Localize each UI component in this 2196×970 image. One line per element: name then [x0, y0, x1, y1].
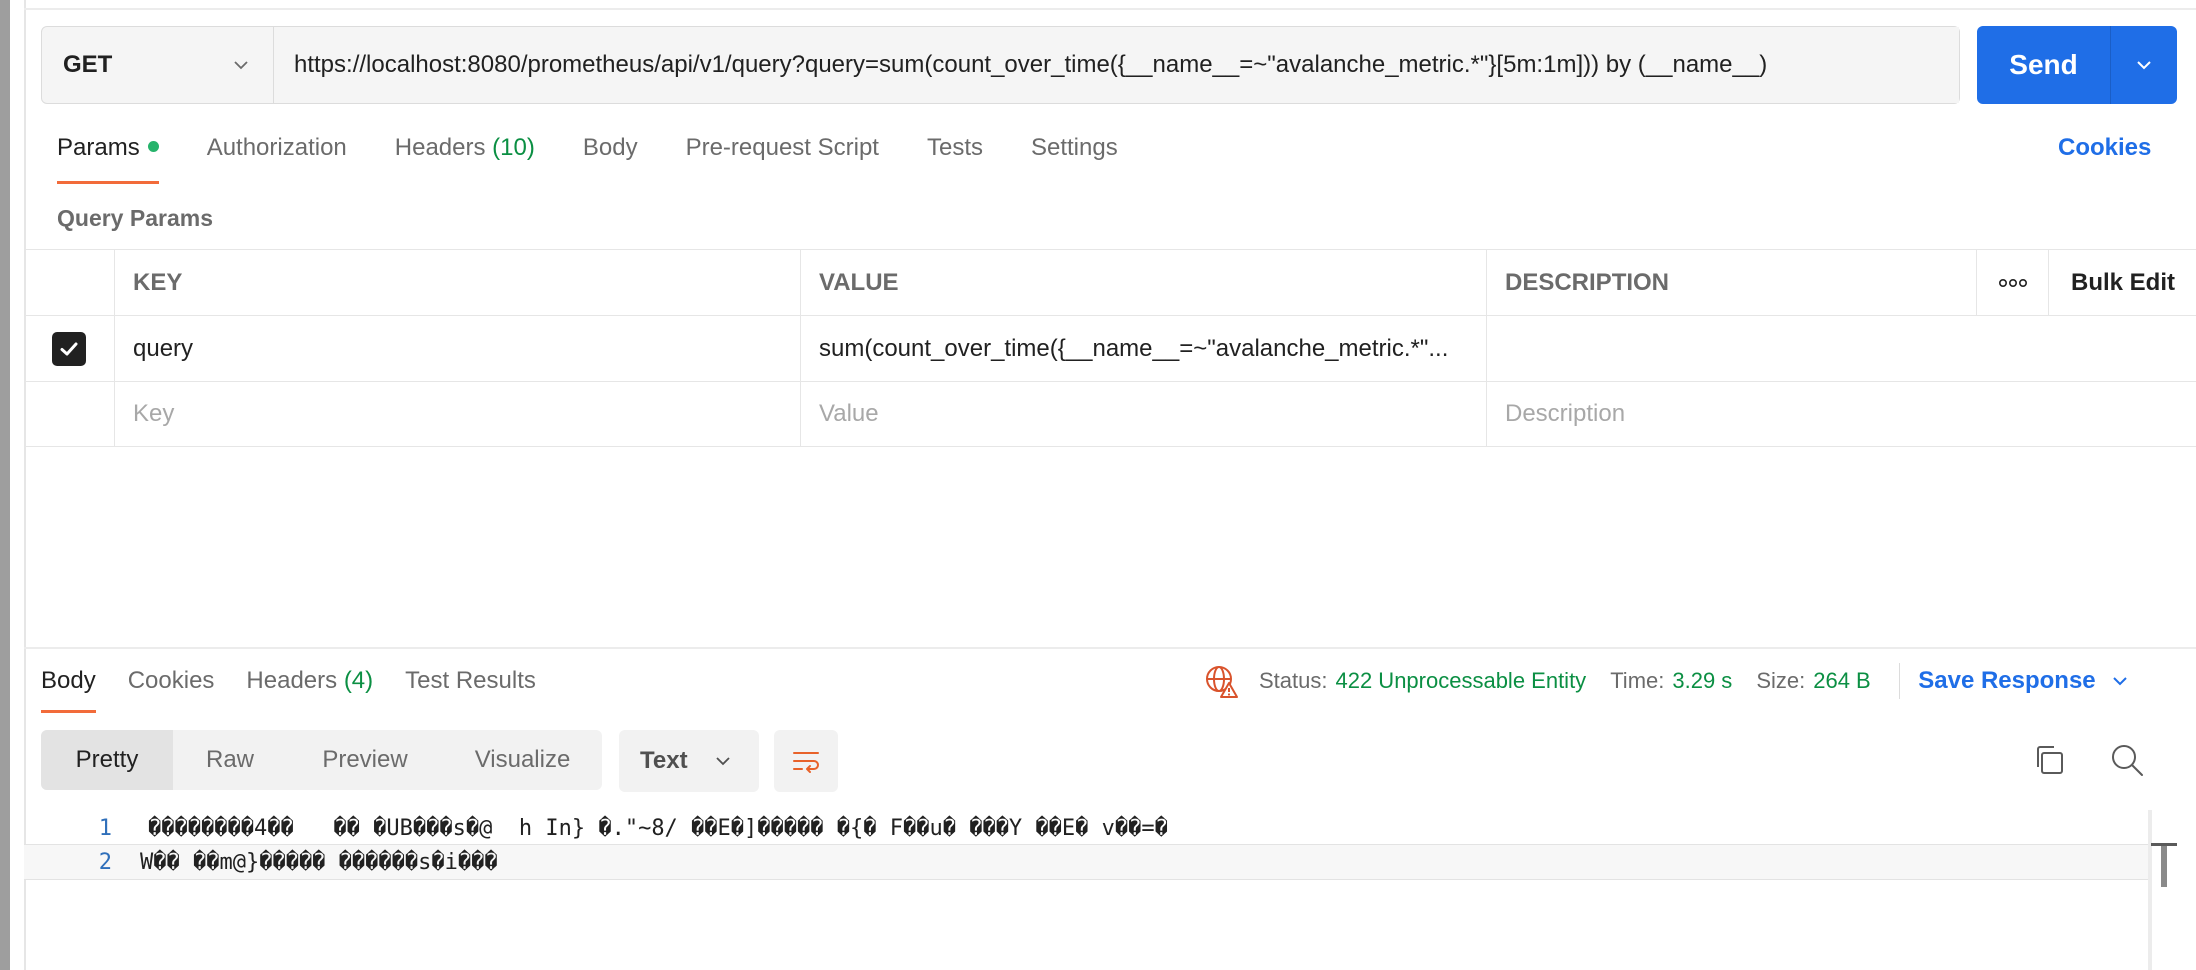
chevron-down-icon [234, 61, 248, 70]
wrap-lines-icon [793, 752, 819, 773]
query-params-title: Query Params [57, 205, 213, 231]
scrollbar-thumb[interactable] [2151, 843, 2177, 887]
line-number: 1 [98, 815, 112, 841]
table-row: query sum(count_over_time({__name__=~"av… [24, 315, 2196, 381]
tab-params[interactable]: Params [57, 134, 159, 184]
request-url-bar: GET https://localhost:8080/prometheus/ap… [41, 26, 1960, 104]
new-key-field[interactable]: Key [114, 382, 800, 446]
params-table: KEY VALUE DESCRIPTION Bulk Edit query su… [24, 249, 2196, 447]
url-input[interactable]: https://localhost:8080/prometheus/api/v1… [274, 27, 1959, 103]
language-select[interactable]: Text [619, 730, 759, 792]
code-line: 2 W�� ��m@}����� ������s�i��� [24, 844, 2148, 880]
format-pretty[interactable]: Pretty [41, 730, 173, 790]
chevron-down-icon [716, 757, 730, 766]
more-options-button[interactable] [1976, 250, 2048, 315]
new-value-field[interactable]: Value [800, 382, 1486, 446]
method-select[interactable]: GET [42, 27, 274, 103]
column-description: DESCRIPTION [1486, 250, 1976, 315]
tab-body[interactable]: Body [583, 134, 638, 184]
status-label: Status: [1259, 668, 1328, 693]
response-body-viewer[interactable]: 1 ��������4�� �� �UB���s�@ h In} �."~8/ … [24, 810, 2148, 970]
chevron-down-icon [2137, 61, 2151, 70]
column-value: VALUE [800, 250, 1486, 315]
more-horizontal-icon [1998, 278, 2027, 287]
chevron-down-icon[interactable] [2110, 671, 2130, 691]
save-response-button[interactable]: Save Response [1918, 667, 2095, 695]
tab-tests[interactable]: Tests [927, 134, 983, 184]
response-divider[interactable] [24, 647, 2196, 649]
tab-headers[interactable]: Headers (10) [395, 134, 535, 184]
tab-params-label: Params [57, 134, 140, 161]
time-label: Time: [1610, 668, 1665, 693]
row-check-cell [24, 316, 114, 381]
send-options-button[interactable] [2111, 26, 2177, 104]
response-headers-count: (4) [343, 667, 374, 694]
table-row-empty: Key Value Description [24, 381, 2196, 447]
format-visualize[interactable]: Visualize [443, 730, 602, 790]
tab-prerequest-script[interactable]: Pre-request Script [686, 134, 879, 184]
params-header-row: KEY VALUE DESCRIPTION Bulk Edit [24, 249, 2196, 315]
vertical-scrollbar-track[interactable] [2148, 810, 2152, 970]
send-button[interactable]: Send [1977, 26, 2111, 104]
line-text: W�� ��m@}����� ������s�i��� [140, 849, 498, 875]
line-number: 2 [98, 849, 112, 875]
method-label: GET [63, 51, 113, 78]
size-value[interactable]: 264 B [1813, 668, 1871, 694]
param-key-field[interactable]: query [114, 316, 800, 381]
tab-response-headers-label: Headers [246, 667, 338, 694]
header-check-cell [24, 250, 114, 315]
status-value[interactable]: 422 Unprocessable Entity [1335, 668, 1586, 694]
meta-separator [1898, 663, 1901, 699]
request-tabs: Params Authorization Headers (10) Body P… [57, 134, 1166, 184]
time-value[interactable]: 3.29 s [1672, 668, 1732, 694]
checkmark-icon [60, 342, 78, 355]
send-button-group: Send [1977, 26, 2177, 104]
tab-response-cookies[interactable]: Cookies [128, 667, 215, 713]
top-divider [24, 8, 2196, 10]
sidebar-edge [0, 0, 10, 970]
empty-check-cell [24, 382, 114, 446]
new-description-field[interactable]: Description [1486, 382, 1976, 446]
wrap-lines-button[interactable] [774, 730, 838, 792]
globe-warning-icon[interactable] [1203, 663, 1239, 699]
line-text: ��������4�� �� �UB���s�@ h In} �."~8/ ��… [148, 815, 1168, 841]
tab-headers-label: Headers [394, 134, 486, 161]
response-tabs: Body Cookies Headers (4) Test Results [41, 667, 568, 713]
column-key: KEY [114, 250, 800, 315]
tab-response-body[interactable]: Body [41, 667, 96, 713]
param-description-field[interactable] [1486, 316, 1976, 381]
format-raw[interactable]: Raw [173, 730, 287, 790]
format-preview[interactable]: Preview [287, 730, 443, 790]
size-label: Size: [1756, 668, 1806, 693]
row-checkbox[interactable] [52, 331, 86, 366]
format-segmented-control: Pretty Raw Preview Visualize [41, 730, 602, 790]
headers-count: (10) [492, 134, 535, 161]
search-icon[interactable] [2109, 742, 2145, 778]
bulk-edit-button[interactable]: Bulk Edit [2048, 250, 2196, 315]
tab-response-headers[interactable]: Headers (4) [246, 667, 373, 713]
response-meta: Status: 422 Unprocessable Entity Time: 3… [1203, 663, 2130, 699]
param-value-field[interactable]: sum(count_over_time({__name__=~"avalanch… [800, 316, 1486, 381]
cookies-link[interactable]: Cookies [2058, 134, 2151, 162]
tab-settings[interactable]: Settings [1031, 134, 1118, 184]
tab-test-results[interactable]: Test Results [405, 667, 536, 713]
copy-icon[interactable] [2032, 743, 2066, 777]
tab-authorization[interactable]: Authorization [207, 134, 347, 184]
params-active-dot [147, 141, 159, 152]
code-line: 1 ��������4�� �� �UB���s�@ h In} �."~8/ … [24, 810, 2148, 846]
language-label: Text [640, 747, 688, 774]
